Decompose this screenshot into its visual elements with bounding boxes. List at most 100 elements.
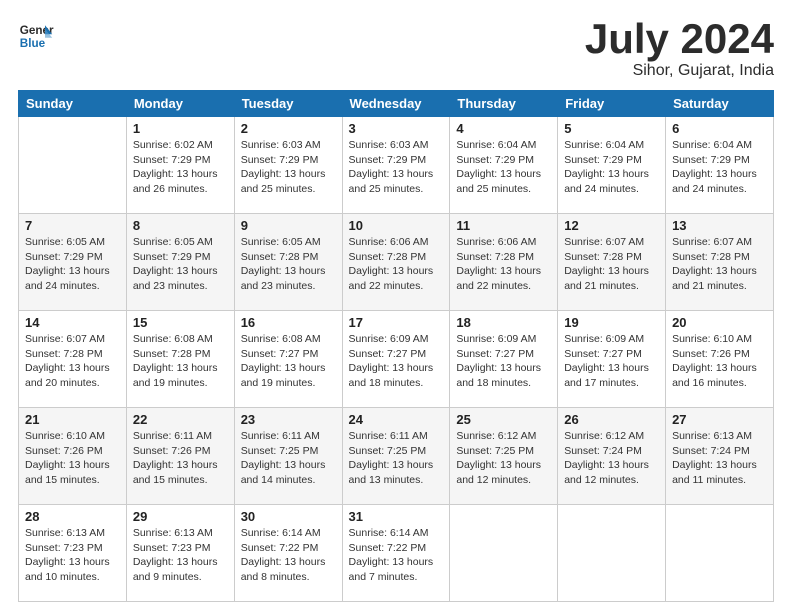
cell-info: Sunrise: 6:08 AM Sunset: 7:28 PM Dayligh…	[133, 332, 228, 391]
cell-date: 2	[241, 121, 336, 136]
cell-info: Sunrise: 6:03 AM Sunset: 7:29 PM Dayligh…	[241, 138, 336, 197]
cell-info: Sunrise: 6:11 AM Sunset: 7:25 PM Dayligh…	[241, 429, 336, 488]
calendar-cell: 26 Sunrise: 6:12 AM Sunset: 7:24 PM Dayli…	[558, 408, 666, 505]
cell-date: 11	[456, 218, 551, 233]
cell-date: 13	[672, 218, 767, 233]
cell-info: Sunrise: 6:06 AM Sunset: 7:28 PM Dayligh…	[456, 235, 551, 294]
th-monday: Monday	[126, 91, 234, 117]
cell-date: 4	[456, 121, 551, 136]
cell-date: 31	[349, 509, 444, 524]
cell-info: Sunrise: 6:02 AM Sunset: 7:29 PM Dayligh…	[133, 138, 228, 197]
calendar-cell: 22Sunrise: 6:11 AM Sunset: 7:26 PM Dayli…	[126, 408, 234, 505]
cell-date: 8	[133, 218, 228, 233]
cell-info: Sunrise: 6:09 AM Sunset: 7:27 PM Dayligh…	[349, 332, 444, 391]
cell-info: Sunrise: 6:03 AM Sunset: 7:29 PM Dayligh…	[349, 138, 444, 197]
cell-date: 25	[456, 412, 551, 427]
cell-info: Sunrise: 6:13 AM Sunset: 7:23 PM Dayligh…	[25, 526, 120, 585]
calendar-cell: 30 Sunrise: 6:14 AM Sunset: 7:22 PM Dayli…	[234, 505, 342, 602]
title-block: July 2024 Sihor, Gujarat, India	[585, 18, 774, 80]
cell-info: Sunrise: 6:12 AM Sunset: 7:25 PM Dayligh…	[456, 429, 551, 488]
svg-text:Blue: Blue	[20, 37, 46, 50]
calendar-cell: 29 Sunrise: 6:13 AM Sunset: 7:23 PM Dayli…	[126, 505, 234, 602]
th-saturday: Saturday	[666, 91, 774, 117]
logo: General Blue	[18, 18, 54, 54]
cell-date: 9	[241, 218, 336, 233]
page: General Blue July 2024 Sihor, Gujarat, I…	[0, 0, 792, 612]
calendar-cell: 20 Sunrise: 6:10 AM Sunset: 7:26 PM Dayli…	[666, 311, 774, 408]
calendar-cell: 21 Sunrise: 6:10 AM Sunset: 7:26 PM Dayli…	[19, 408, 127, 505]
cell-date: 1	[133, 121, 228, 136]
cell-info: Sunrise: 6:08 AM Sunset: 7:27 PM Dayligh…	[241, 332, 336, 391]
th-thursday: Thursday	[450, 91, 558, 117]
calendar-cell: 5Sunrise: 6:04 AM Sunset: 7:29 PM Daylig…	[558, 117, 666, 214]
calendar-cell: 8Sunrise: 6:05 AM Sunset: 7:29 PM Daylig…	[126, 214, 234, 311]
cell-date: 3	[349, 121, 444, 136]
cell-date: 18	[456, 315, 551, 330]
logo-icon: General Blue	[18, 18, 54, 54]
cell-info: Sunrise: 6:04 AM Sunset: 7:29 PM Dayligh…	[672, 138, 767, 197]
calendar-cell: 25 Sunrise: 6:12 AM Sunset: 7:25 PM Dayli…	[450, 408, 558, 505]
cell-info: Sunrise: 6:07 AM Sunset: 7:28 PM Dayligh…	[25, 332, 120, 391]
calendar-cell: 18 Sunrise: 6:09 AM Sunset: 7:27 PM Dayli…	[450, 311, 558, 408]
calendar-cell: 3 Sunrise: 6:03 AM Sunset: 7:29 PM Daylig…	[342, 117, 450, 214]
cell-info: Sunrise: 6:14 AM Sunset: 7:22 PM Dayligh…	[241, 526, 336, 585]
calendar-table: Sunday Monday Tuesday Wednesday Thursday…	[18, 90, 774, 602]
calendar-cell: 17 Sunrise: 6:09 AM Sunset: 7:27 PM Dayli…	[342, 311, 450, 408]
cell-date: 22	[133, 412, 228, 427]
calendar-cell: 6 Sunrise: 6:04 AM Sunset: 7:29 PM Daylig…	[666, 117, 774, 214]
calendar-cell: 12 Sunrise: 6:07 AM Sunset: 7:28 PM Dayli…	[558, 214, 666, 311]
cell-info: Sunrise: 6:04 AM Sunset: 7:29 PM Dayligh…	[456, 138, 551, 197]
th-wednesday: Wednesday	[342, 91, 450, 117]
week-row-4: 28Sunrise: 6:13 AM Sunset: 7:23 PM Dayli…	[19, 505, 774, 602]
calendar-cell: 7Sunrise: 6:05 AM Sunset: 7:29 PM Daylig…	[19, 214, 127, 311]
cell-date: 30	[241, 509, 336, 524]
cell-date: 14	[25, 315, 120, 330]
th-friday: Friday	[558, 91, 666, 117]
calendar-cell: 1 Sunrise: 6:02 AM Sunset: 7:29 PM Daylig…	[126, 117, 234, 214]
calendar-cell: 11 Sunrise: 6:06 AM Sunset: 7:28 PM Dayli…	[450, 214, 558, 311]
header: General Blue July 2024 Sihor, Gujarat, I…	[18, 18, 774, 80]
cell-date: 12	[564, 218, 659, 233]
cell-date: 17	[349, 315, 444, 330]
cell-info: Sunrise: 6:13 AM Sunset: 7:23 PM Dayligh…	[133, 526, 228, 585]
cell-date: 21	[25, 412, 120, 427]
calendar-cell: 10 Sunrise: 6:06 AM Sunset: 7:28 PM Dayli…	[342, 214, 450, 311]
cell-date: 19	[564, 315, 659, 330]
header-row: Sunday Monday Tuesday Wednesday Thursday…	[19, 91, 774, 117]
cell-info: Sunrise: 6:10 AM Sunset: 7:26 PM Dayligh…	[25, 429, 120, 488]
calendar-cell: 2 Sunrise: 6:03 AM Sunset: 7:29 PM Daylig…	[234, 117, 342, 214]
week-row-3: 21 Sunrise: 6:10 AM Sunset: 7:26 PM Dayli…	[19, 408, 774, 505]
cell-info: Sunrise: 6:05 AM Sunset: 7:28 PM Dayligh…	[241, 235, 336, 294]
cell-date: 23	[241, 412, 336, 427]
cell-date: 6	[672, 121, 767, 136]
cell-date: 24	[349, 412, 444, 427]
cell-date: 20	[672, 315, 767, 330]
calendar-cell: 16Sunrise: 6:08 AM Sunset: 7:27 PM Dayli…	[234, 311, 342, 408]
cell-info: Sunrise: 6:12 AM Sunset: 7:24 PM Dayligh…	[564, 429, 659, 488]
calendar-cell	[450, 505, 558, 602]
calendar-cell: 13 Sunrise: 6:07 AM Sunset: 7:28 PM Dayli…	[666, 214, 774, 311]
calendar-cell: 23 Sunrise: 6:11 AM Sunset: 7:25 PM Dayli…	[234, 408, 342, 505]
calendar-cell	[666, 505, 774, 602]
calendar-cell: 24 Sunrise: 6:11 AM Sunset: 7:25 PM Dayli…	[342, 408, 450, 505]
th-sunday: Sunday	[19, 91, 127, 117]
cell-info: Sunrise: 6:14 AM Sunset: 7:22 PM Dayligh…	[349, 526, 444, 585]
cell-info: Sunrise: 6:10 AM Sunset: 7:26 PM Dayligh…	[672, 332, 767, 391]
cell-date: 5	[564, 121, 659, 136]
cell-date: 26	[564, 412, 659, 427]
cell-info: Sunrise: 6:07 AM Sunset: 7:28 PM Dayligh…	[672, 235, 767, 294]
calendar-cell: 9 Sunrise: 6:05 AM Sunset: 7:28 PM Daylig…	[234, 214, 342, 311]
calendar-cell: 14 Sunrise: 6:07 AM Sunset: 7:28 PM Dayli…	[19, 311, 127, 408]
cell-info: Sunrise: 6:07 AM Sunset: 7:28 PM Dayligh…	[564, 235, 659, 294]
calendar-cell: 15Sunrise: 6:08 AM Sunset: 7:28 PM Dayli…	[126, 311, 234, 408]
cell-info: Sunrise: 6:06 AM Sunset: 7:28 PM Dayligh…	[349, 235, 444, 294]
cell-info: Sunrise: 6:11 AM Sunset: 7:25 PM Dayligh…	[349, 429, 444, 488]
calendar-cell	[19, 117, 127, 214]
month-title: July 2024	[585, 18, 774, 60]
cell-date: 29	[133, 509, 228, 524]
week-row-0: 1 Sunrise: 6:02 AM Sunset: 7:29 PM Daylig…	[19, 117, 774, 214]
cell-date: 10	[349, 218, 444, 233]
calendar-cell: 28Sunrise: 6:13 AM Sunset: 7:23 PM Dayli…	[19, 505, 127, 602]
calendar-cell: 4 Sunrise: 6:04 AM Sunset: 7:29 PM Daylig…	[450, 117, 558, 214]
cell-info: Sunrise: 6:09 AM Sunset: 7:27 PM Dayligh…	[456, 332, 551, 391]
